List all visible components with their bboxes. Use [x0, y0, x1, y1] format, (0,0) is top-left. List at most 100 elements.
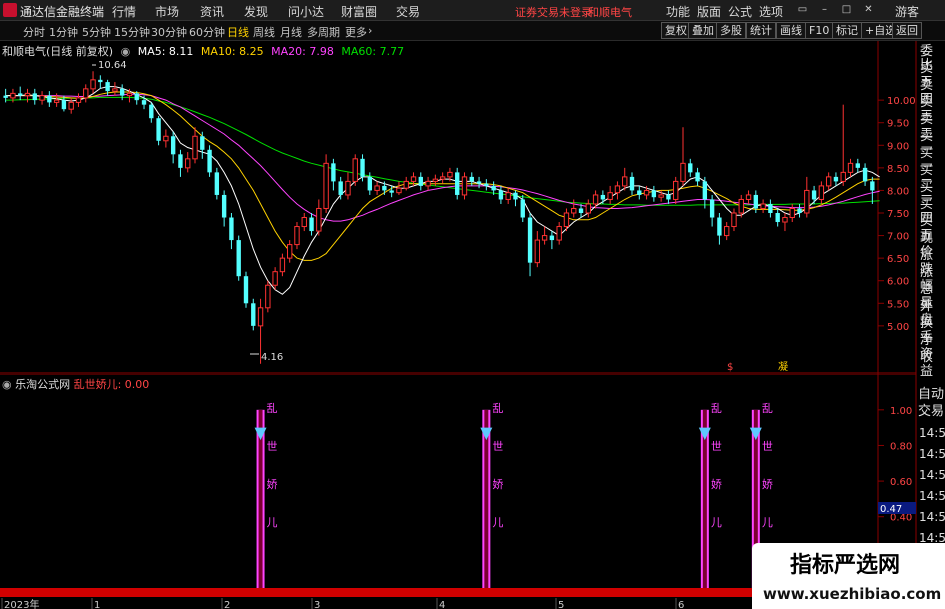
guest-user[interactable]: 游客 — [895, 3, 919, 20]
quote-field-label: 收益 — [920, 350, 934, 379]
watermark-title: 指标严选网 — [786, 546, 905, 580]
menu-formula[interactable]: 公式 — [728, 3, 752, 20]
time-axis-label: 3 — [314, 600, 320, 609]
signal-label-char: 世 — [492, 440, 503, 453]
time-axis-label: 5 — [558, 600, 564, 609]
menu-function[interactable]: 功能 — [666, 3, 690, 20]
price-axis-label: 8.00 — [887, 186, 909, 197]
period-1min[interactable]: 1分钟 — [49, 24, 78, 40]
signal-label-char: 儿 — [492, 516, 503, 529]
time-axis-label: 6 — [678, 600, 684, 609]
price-axis-label: 6.50 — [887, 254, 909, 265]
menu-discover[interactable]: 发现 — [244, 3, 268, 20]
time-axis-label: 2023年 — [4, 598, 39, 609]
period-weekly[interactable]: 周线 — [253, 24, 275, 40]
menu-news[interactable]: 资讯 — [200, 3, 224, 20]
signal-label-char: 乱 — [492, 402, 503, 415]
signal-label-char: 乱 — [267, 402, 278, 415]
tick-time: 14:56 — [919, 489, 945, 503]
candle[interactable] — [323, 154, 329, 213]
ma20-label: MA20: 7.98 — [271, 45, 334, 58]
indicator-settings-icon[interactable]: ◉ — [2, 378, 12, 391]
indicator-value-label: 乱世娇儿: 0.00 — [73, 378, 150, 391]
period-multi[interactable]: 多周期 — [307, 24, 340, 40]
maximize-icon[interactable]: □ — [839, 3, 854, 17]
period-intraday[interactable]: 分时 — [23, 24, 45, 40]
tick-time: 14:56 — [919, 510, 945, 524]
menu-wealth-circle[interactable]: 财富圈 — [341, 3, 377, 20]
candle[interactable] — [673, 176, 679, 204]
low-price-label: 4.16 — [261, 352, 283, 363]
indicator-current-value: 0.47 — [880, 504, 902, 515]
menu-ask[interactable]: 问小达 — [288, 3, 324, 20]
price-axis-label: 5.00 — [887, 322, 909, 333]
period-30min[interactable]: 30分钟 — [151, 24, 187, 40]
overlay-button[interactable]: 叠加 — [688, 22, 718, 39]
multi-stock-button[interactable]: 多股 — [716, 22, 746, 39]
time-axis-label: 1 — [94, 600, 100, 609]
login-status[interactable]: 证券交易未登录 — [515, 4, 592, 20]
candle[interactable] — [214, 167, 220, 200]
candle[interactable] — [294, 222, 300, 250]
signal-label-char: 乱 — [711, 402, 722, 415]
candle[interactable] — [352, 154, 358, 186]
menu-market-quotes[interactable]: 行情 — [112, 3, 136, 20]
stock-header: 和顺电气(日线 前复权) ◉ MA5: 8.11 MA10: 8.25 MA20… — [2, 43, 408, 59]
candle[interactable] — [243, 271, 249, 308]
menu-layout[interactable]: 版面 — [697, 3, 721, 20]
candle[interactable] — [461, 172, 468, 200]
indicator-axis-label: 0.80 — [890, 441, 912, 452]
stock-title: 和顺电气 — [588, 6, 632, 19]
indicator-axis-label: 1.00 — [890, 406, 912, 417]
signal-label-char: 娇 — [711, 478, 722, 491]
menu-trade[interactable]: 交易 — [396, 3, 420, 20]
time-axis-label: 2 — [224, 600, 230, 609]
price-axis-label: 9.50 — [887, 119, 909, 130]
minimize-icon[interactable]: – — [817, 3, 832, 17]
restore-icon[interactable]: ▭ — [795, 3, 810, 17]
mark-button[interactable]: 标记 — [832, 22, 862, 39]
candle[interactable] — [207, 145, 212, 177]
menu-market[interactable]: 市场 — [155, 3, 179, 20]
signal-label-char: 娇 — [762, 478, 773, 491]
close-icon[interactable]: ✕ — [861, 3, 876, 17]
period-monthly[interactable]: 月线 — [280, 24, 302, 40]
period-15min[interactable]: 15分钟 — [114, 24, 150, 40]
chevron-right-icon[interactable]: › — [368, 24, 372, 37]
candle[interactable] — [265, 280, 271, 313]
candle[interactable] — [236, 235, 241, 281]
top-marker-dollar: $ — [727, 362, 733, 373]
f10-button[interactable]: F10 — [805, 22, 834, 39]
signal-label-char: 儿 — [711, 516, 722, 529]
tick-time: 14:56 — [919, 468, 945, 482]
period-more[interactable]: 更多 — [345, 24, 367, 40]
draw-line-button[interactable]: 画线 — [776, 22, 806, 39]
candle[interactable] — [251, 298, 256, 331]
price-axis-label: 5.50 — [887, 299, 909, 310]
period-60min[interactable]: 60分钟 — [189, 24, 225, 40]
price-axis-label: 6.00 — [887, 277, 909, 288]
indicator-source-label: 乐淘公式网 — [15, 378, 71, 391]
period-daily[interactable]: 日线 — [227, 24, 249, 40]
top-marker-char: 凝 — [778, 361, 788, 373]
app-title: 通达信金融终端 — [20, 5, 105, 19]
candlestick-chart[interactable]: 10.00 9.50 9.00 8.50 8.00 7.50 7.00 6.50 6.00 5.5… — [0, 41, 945, 374]
back-button[interactable]: 返回 — [892, 22, 922, 39]
quote-side-panel: 委比 卖五 卖四 卖三 卖二 卖一 买一 买二 买三 买四 买五 现价 涨跌 涨幅 总量 外盘 换手 净资 收益 — [917, 41, 945, 421]
period-5min[interactable]: 5分钟 — [82, 24, 111, 40]
period-toolbar: 分时 1分钟 5分钟 15分钟 30分钟 60分钟 日线 周线 月线 多周期 更… — [0, 21, 945, 41]
ma10-label: MA10: 8.25 — [200, 45, 264, 58]
high-price-label: 10.64 — [98, 60, 127, 71]
statistics-button[interactable]: 统计 — [746, 22, 776, 39]
tick-time: 14:56 — [919, 426, 945, 440]
settings-icon[interactable]: ◉ — [121, 45, 131, 58]
signal-label-char: 世 — [711, 440, 722, 453]
candle[interactable] — [455, 167, 460, 200]
price-axis-label: 7.00 — [887, 232, 909, 243]
adjust-button[interactable]: 复权 — [661, 22, 691, 39]
title-bar: 通达信金融终端 行情 市场 资讯 发现 问小达 财富圈 交易 证券交易未登录 和… — [0, 0, 945, 21]
price-axis-label: 7.50 — [887, 209, 909, 220]
signal-label-char: 娇 — [267, 478, 278, 491]
menu-options[interactable]: 选项 — [759, 3, 783, 20]
auto-trade-label[interactable]: 自动交易 — [918, 386, 945, 420]
